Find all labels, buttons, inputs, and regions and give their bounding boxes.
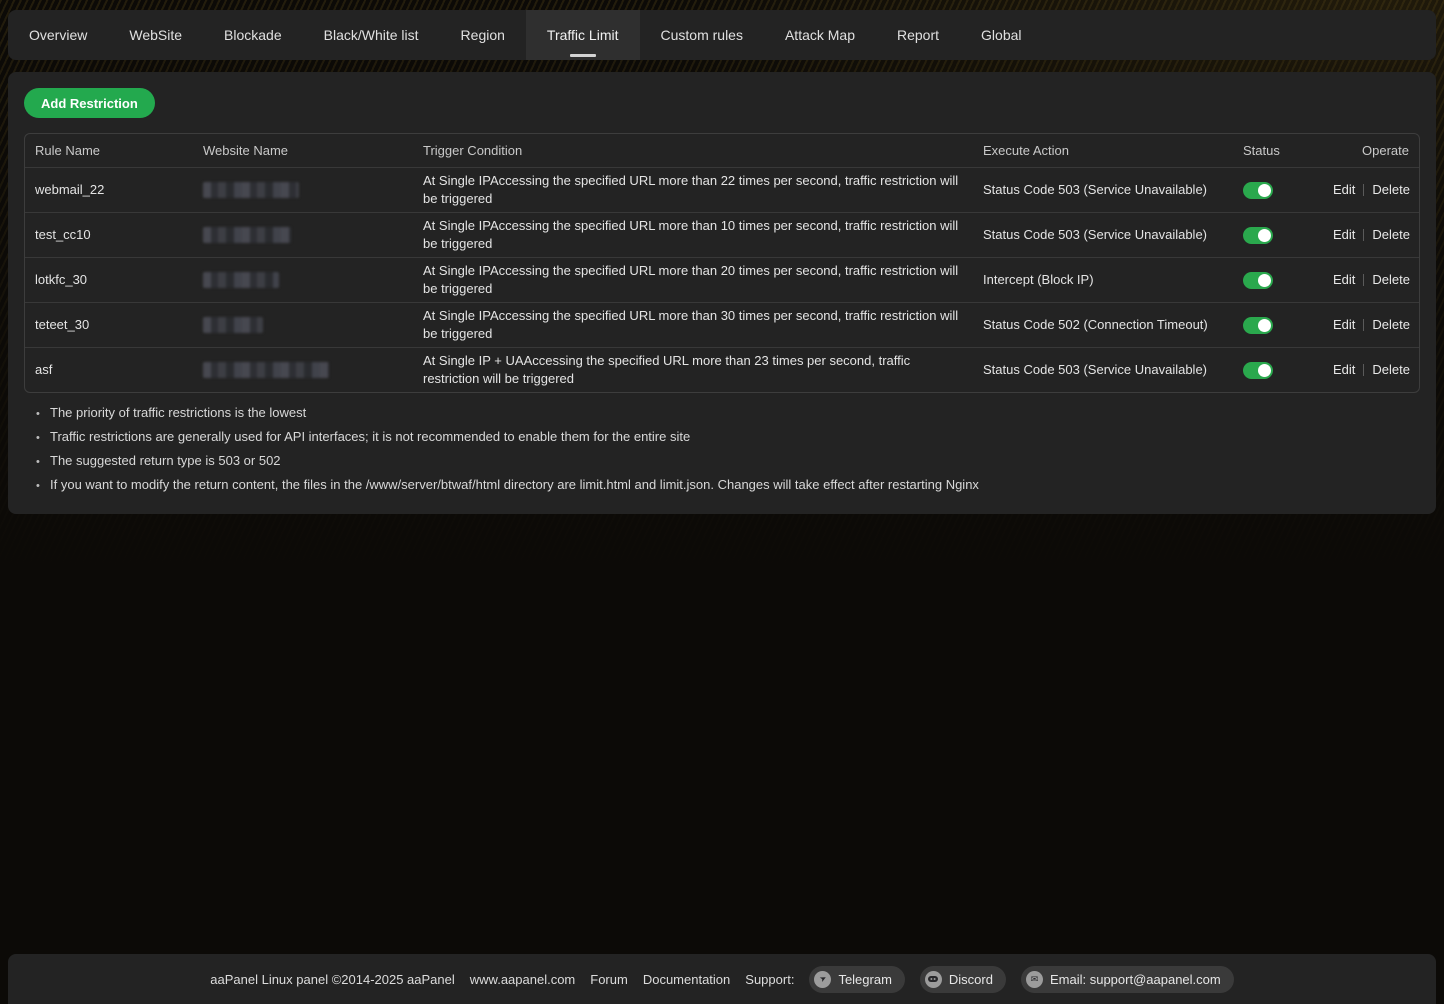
tab-website[interactable]: WebSite: [108, 10, 203, 60]
trigger-condition: At Single IPAccessing the specified URL …: [413, 217, 973, 252]
edit-link[interactable]: Edit: [1333, 227, 1355, 242]
delete-link[interactable]: Delete: [1372, 272, 1410, 287]
col-header-status: Status: [1233, 142, 1323, 160]
rule-name: asf: [25, 361, 193, 379]
table-row: teteet_30 At Single IPAccessing the spec…: [25, 302, 1419, 347]
tab-custom-rules[interactable]: Custom rules: [640, 10, 764, 60]
execute-action: Intercept (Block IP): [973, 271, 1233, 289]
discord-button[interactable]: Discord: [920, 966, 1006, 993]
note-text: If you want to modify the return content…: [50, 477, 979, 492]
aapanel-site-link[interactable]: www.aapanel.com: [470, 972, 576, 987]
delete-link[interactable]: Delete: [1372, 362, 1410, 377]
status-toggle[interactable]: [1243, 317, 1273, 334]
tab-blockade[interactable]: Blockade: [203, 10, 303, 60]
bullet-icon: •: [36, 408, 50, 420]
support-label: Support:: [745, 972, 794, 987]
tab-traffic-limit[interactable]: Traffic Limit: [526, 10, 640, 60]
table-row: lotkfc_30 At Single IPAccessing the spec…: [25, 257, 1419, 302]
table-header-row: Rule Name Website Name Trigger Condition…: [25, 134, 1419, 167]
note-text: Traffic restrictions are generally used …: [50, 429, 690, 444]
tab-overview[interactable]: Overview: [8, 10, 108, 60]
website-name-redacted: [203, 317, 263, 333]
trigger-condition: At Single IPAccessing the specified URL …: [413, 172, 973, 207]
traffic-limit-notes: •The priority of traffic restrictions is…: [24, 405, 979, 501]
status-toggle[interactable]: [1243, 227, 1273, 244]
toggle-knob: [1258, 184, 1271, 197]
trigger-condition: At Single IP + UAAccessing the specified…: [413, 352, 973, 387]
table-row: webmail_22 At Single IPAccessing the spe…: [25, 167, 1419, 212]
website-name-redacted: [203, 272, 279, 288]
note-text: The suggested return type is 503 or 502: [50, 453, 281, 468]
tab-attack-map[interactable]: Attack Map: [764, 10, 876, 60]
tab-region[interactable]: Region: [440, 10, 526, 60]
execute-action: Status Code 502 (Connection Timeout): [973, 316, 1233, 334]
bullet-icon: •: [36, 456, 50, 468]
toggle-knob: [1258, 364, 1271, 377]
discord-icon: [925, 971, 942, 988]
edit-link[interactable]: Edit: [1333, 362, 1355, 377]
email-button[interactable]: ✉ Email: support@aapanel.com: [1021, 966, 1234, 993]
delete-link[interactable]: Delete: [1372, 317, 1410, 332]
note-item: •The priority of traffic restrictions is…: [24, 405, 979, 429]
note-item: •The suggested return type is 503 or 502: [24, 453, 979, 477]
tab-global[interactable]: Global: [960, 10, 1042, 60]
operate-divider: [1363, 274, 1364, 286]
operate-divider: [1363, 319, 1364, 331]
toggle-knob: [1258, 229, 1271, 242]
rule-name: teteet_30: [25, 316, 193, 334]
bullet-icon: •: [36, 432, 50, 444]
table-row: asf At Single IP + UAAccessing the speci…: [25, 347, 1419, 392]
website-name-redacted: [203, 227, 291, 243]
status-toggle[interactable]: [1243, 182, 1273, 199]
execute-action: Status Code 503 (Service Unavailable): [973, 361, 1233, 379]
operate-divider: [1363, 364, 1364, 376]
trigger-condition: At Single IPAccessing the specified URL …: [413, 307, 973, 342]
add-restriction-button[interactable]: Add Restriction: [24, 88, 155, 118]
status-toggle[interactable]: [1243, 272, 1273, 289]
website-name-redacted: [203, 362, 329, 378]
operate-divider: [1363, 229, 1364, 241]
email-icon: ✉: [1026, 971, 1043, 988]
bullet-icon: •: [36, 480, 50, 492]
note-item: •If you want to modify the return conten…: [24, 477, 979, 501]
col-header-website-name: Website Name: [193, 142, 413, 160]
note-item: •Traffic restrictions are generally used…: [24, 429, 979, 453]
tab-black-white-list[interactable]: Black/White list: [303, 10, 440, 60]
rule-name: test_cc10: [25, 226, 193, 244]
discord-label: Discord: [949, 972, 993, 987]
telegram-icon: ➤: [814, 971, 831, 988]
rule-name: webmail_22: [25, 181, 193, 199]
delete-link[interactable]: Delete: [1372, 182, 1410, 197]
documentation-link[interactable]: Documentation: [643, 972, 730, 987]
toggle-knob: [1258, 319, 1271, 332]
note-text: The priority of traffic restrictions is …: [50, 405, 306, 420]
trigger-condition: At Single IPAccessing the specified URL …: [413, 262, 973, 297]
traffic-limit-panel: Add Restriction Rule Name Website Name T…: [8, 72, 1436, 514]
toggle-knob: [1258, 274, 1271, 287]
email-label: Email: support@aapanel.com: [1050, 972, 1221, 987]
col-header-rule-name: Rule Name: [25, 142, 193, 160]
tab-report[interactable]: Report: [876, 10, 960, 60]
forum-link[interactable]: Forum: [590, 972, 628, 987]
rule-name: lotkfc_30: [25, 271, 193, 289]
delete-link[interactable]: Delete: [1372, 227, 1410, 242]
col-header-trigger-condition: Trigger Condition: [413, 142, 973, 160]
execute-action: Status Code 503 (Service Unavailable): [973, 226, 1233, 244]
telegram-label: Telegram: [838, 972, 891, 987]
copyright-text: aaPanel Linux panel ©2014-2025 aaPanel: [210, 972, 455, 987]
page-footer: aaPanel Linux panel ©2014-2025 aaPanel w…: [8, 954, 1436, 1004]
table-row: test_cc10 At Single IPAccessing the spec…: [25, 212, 1419, 257]
edit-link[interactable]: Edit: [1333, 272, 1355, 287]
operate-divider: [1363, 184, 1364, 196]
col-header-operate: Operate: [1323, 142, 1419, 160]
waf-top-nav: Overview WebSite Blockade Black/White li…: [8, 10, 1436, 60]
telegram-button[interactable]: ➤ Telegram: [809, 966, 904, 993]
website-name-redacted: [203, 182, 299, 198]
status-toggle[interactable]: [1243, 362, 1273, 379]
execute-action: Status Code 503 (Service Unavailable): [973, 181, 1233, 199]
col-header-execute-action: Execute Action: [973, 142, 1233, 160]
edit-link[interactable]: Edit: [1333, 317, 1355, 332]
edit-link[interactable]: Edit: [1333, 182, 1355, 197]
traffic-rules-table: Rule Name Website Name Trigger Condition…: [24, 133, 1420, 393]
